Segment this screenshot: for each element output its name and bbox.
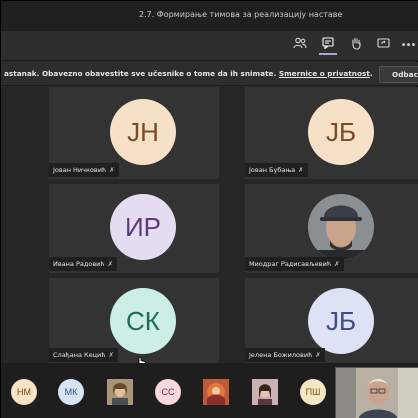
- dismiss-button[interactable]: Odbaci: [379, 66, 418, 83]
- participant-name: Слађана Кецић: [53, 351, 106, 359]
- recording-notice-message: astanak. Obavezno obavestite sve učesnik…: [4, 69, 279, 78]
- more-options-icon[interactable]: •••: [399, 37, 417, 55]
- participant-name: Ивана Радовић: [53, 260, 105, 268]
- chat-icon[interactable]: [319, 37, 337, 55]
- mic-off-icon: ✗: [334, 260, 340, 268]
- title-bar: 2.7. Формирање тимова за реализацију нас…: [1, 1, 418, 31]
- strip-photo[interactable]: [252, 379, 278, 405]
- teams-meeting-window: 2.7. Формирање тимова за реализацију нас…: [0, 0, 418, 418]
- window-title: 2.7. Формирање тимова за реализацију нас…: [139, 10, 343, 19]
- mic-off-icon: ✗: [315, 351, 321, 359]
- recording-notice-suffix: .: [369, 69, 373, 78]
- privacy-guidelines-link[interactable]: Smernice o privatnost: [279, 69, 370, 78]
- participant-avatar: ЈН: [110, 99, 176, 165]
- mic-off-icon: ✗: [298, 166, 304, 174]
- participant-tile[interactable]: ЈН Јован Ничковић ✗: [49, 87, 219, 179]
- mic-off-icon: ✗: [108, 351, 114, 359]
- strip-avatar[interactable]: НМ: [11, 379, 37, 405]
- participant-photo: [308, 194, 374, 260]
- mic-off-icon: ✗: [109, 166, 115, 174]
- self-view-video[interactable]: [335, 367, 418, 418]
- participant-name-tag: Јован Ничковић ✗: [49, 163, 119, 177]
- participant-name: Јован Ничковић: [53, 166, 107, 174]
- participant-tile[interactable]: ИР Ивана Радовић ✗: [49, 184, 219, 273]
- share-tray-icon[interactable]: [374, 37, 392, 55]
- participant-name: Јован Бубања: [249, 166, 296, 174]
- participant-name-tag: Јован Бубања ✗: [245, 163, 308, 177]
- participant-tile[interactable]: ЈБ Јелена Божиловић ✗: [245, 278, 418, 363]
- participant-name-tag: Јелена Божиловић ✗: [245, 348, 325, 362]
- strip-avatar[interactable]: МК: [58, 379, 84, 405]
- people-icon[interactable]: [291, 37, 309, 55]
- meeting-toolbar: •••: [1, 31, 418, 61]
- participant-name-tag: Ивана Радовић ✗: [49, 257, 118, 271]
- participant-name: Јелена Божиловић: [249, 351, 313, 359]
- participant-name-tag: Слађана Кецић ✗: [49, 348, 118, 362]
- recording-notice-banner: astanak. Obavezno obavestite sve učesnik…: [1, 62, 418, 86]
- participant-avatar: ЈБ: [308, 99, 374, 165]
- participant-name: Миодраг Радисављевић: [249, 260, 332, 268]
- strip-avatar[interactable]: ПШ: [300, 379, 326, 405]
- participant-avatar: ИР: [110, 194, 176, 260]
- participant-tile[interactable]: ЈБ Јован Бубања ✗: [245, 87, 418, 179]
- strip-photo[interactable]: [203, 379, 229, 405]
- strip-avatar[interactable]: СС: [155, 379, 181, 405]
- participant-avatar: СК: [110, 288, 176, 354]
- video-stage: ЈН Јован Ничковић ✗ ЈБ Јован Бубања ✗ ИР И…: [1, 87, 418, 370]
- strip-photo[interactable]: [107, 379, 133, 406]
- raise-hand-icon[interactable]: [347, 37, 365, 55]
- participant-avatar: ЈБ: [308, 288, 374, 354]
- participant-tile[interactable]: Миодраг Радисављевић ✗: [245, 184, 418, 273]
- mic-off-icon: ✗: [107, 260, 114, 268]
- participant-name-tag: Миодраг Радисављевић ✗: [245, 257, 344, 271]
- participant-tile[interactable]: СК Слађана Кецић ✗: [49, 278, 219, 363]
- recording-notice-text: astanak. Obavezno obavestite sve učesnik…: [4, 69, 373, 78]
